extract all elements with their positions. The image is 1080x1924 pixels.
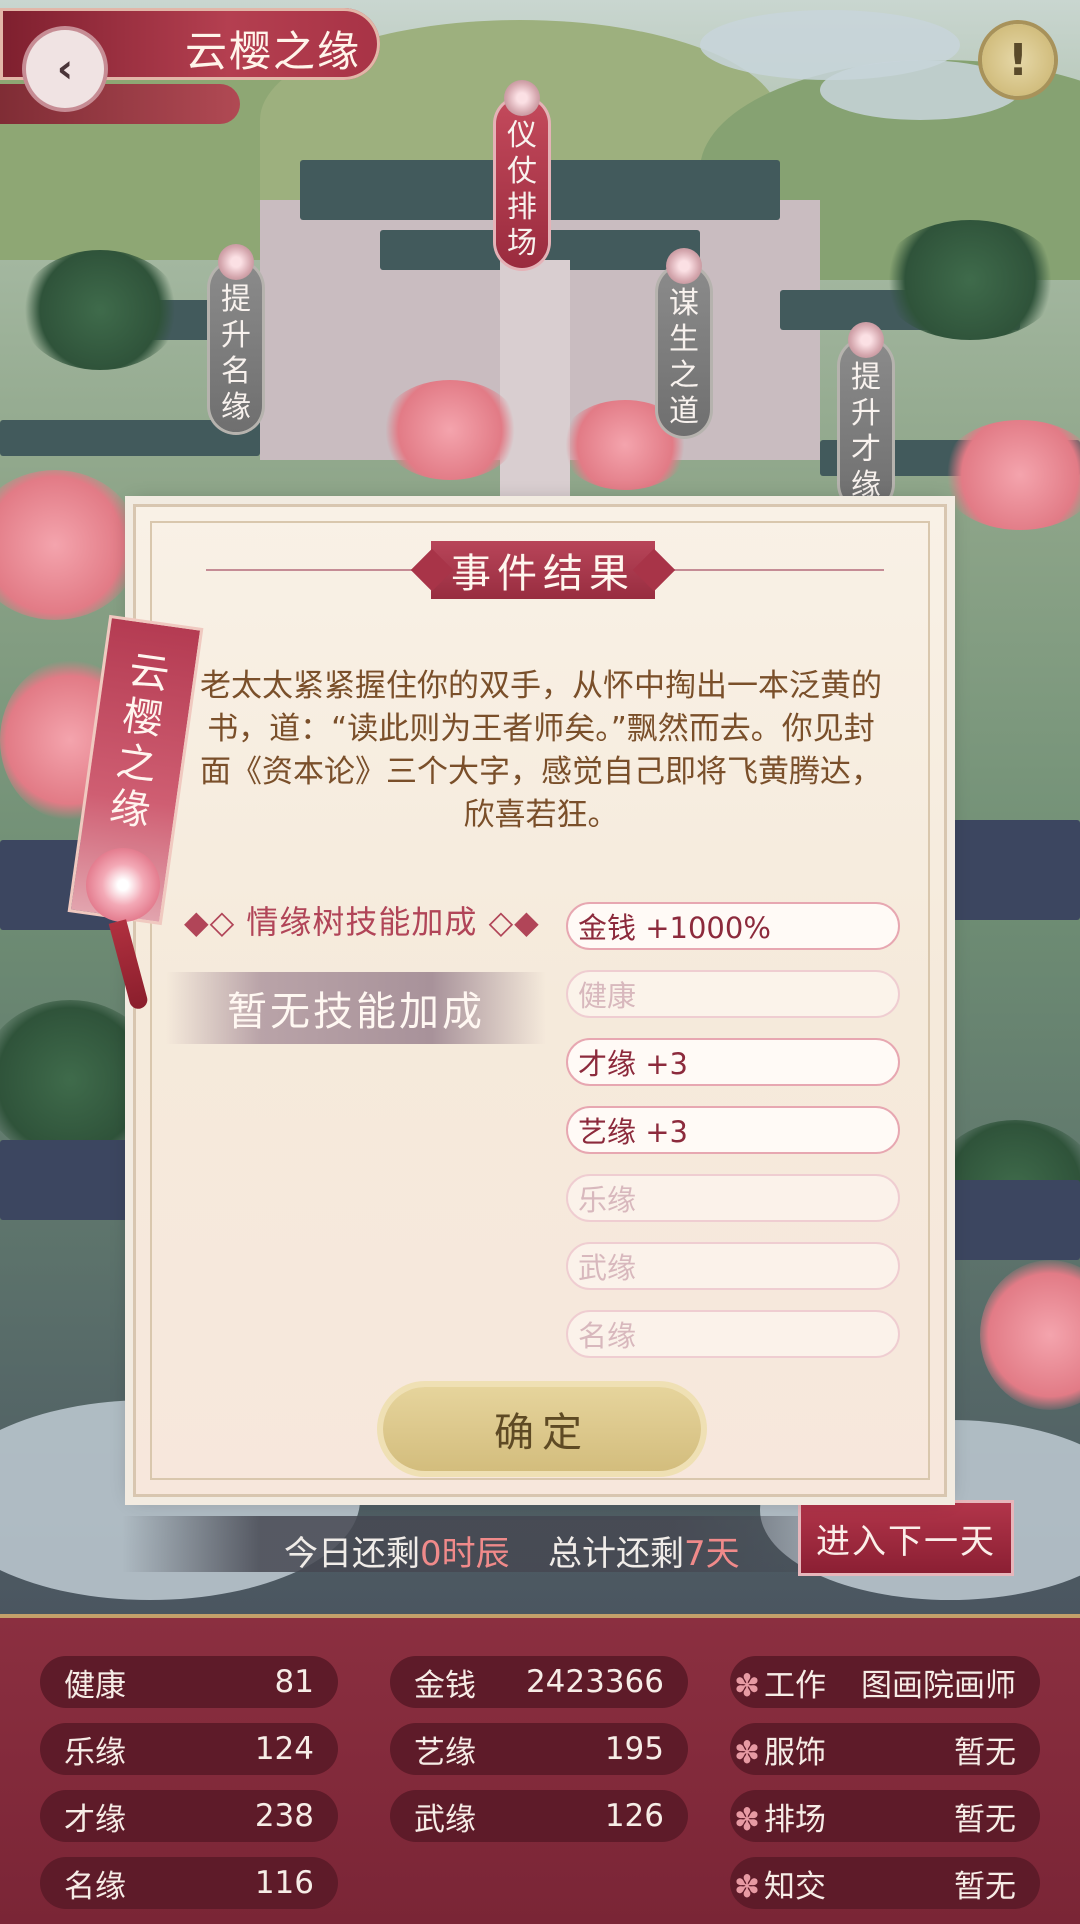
flower-icon <box>218 244 254 280</box>
next-day-button[interactable]: 进入下一天 <box>798 1500 1014 1576</box>
result-art: 艺缘 +3 <box>566 1106 900 1154</box>
result-money: 金钱 +1000% <box>566 902 900 950</box>
stat-retinue[interactable]: ✽ 排场 暂无 <box>730 1790 1040 1842</box>
stat-music: 乐缘 124 <box>40 1723 338 1775</box>
today-remaining: 今日还剩0时辰 <box>284 1534 510 1574</box>
flower-icon <box>666 248 702 284</box>
day-status-bar: 今日还剩0时辰 总计还剩7天 <box>122 1516 812 1574</box>
event-description: 老太太紧紧握住你的双手，从怀中掏出一本泛黄的书，道：“读此则为王者师矣。”飘然而… <box>200 668 882 833</box>
map-tag-livelihood[interactable]: 谋 生 之 道 <box>658 248 710 436</box>
dialog-title: 事件结果 <box>431 541 655 599</box>
stat-friend[interactable]: ✽ 知交 暂无 <box>730 1857 1040 1909</box>
flower-icon <box>504 80 540 116</box>
total-remaining: 总计还剩7天 <box>548 1534 740 1574</box>
stat-job[interactable]: ✽ 工作 图画院画师 <box>730 1656 1040 1708</box>
back-button[interactable]: ‹ <box>26 30 104 108</box>
result-martial: 武缘 <box>566 1242 900 1290</box>
back-icon: ‹ <box>56 46 74 92</box>
title-divider-left <box>206 569 426 571</box>
result-fame: 名缘 <box>566 1310 900 1358</box>
sakura-icon <box>86 848 160 922</box>
stats-panel: 健康 81 乐缘 124 才缘 238 名缘 116 金钱 2423366 艺缘 195 武… <box>0 1614 1080 1924</box>
title-divider-right <box>664 569 884 571</box>
flower-icon: ✽ <box>734 1801 760 1838</box>
stat-art: 艺缘 195 <box>390 1723 688 1775</box>
no-skill-bonus-label: 暂无技能加成 <box>166 972 546 1044</box>
flower-icon <box>848 322 884 358</box>
flower-icon: ✽ <box>734 1667 760 1704</box>
map-tag-fame[interactable]: 提 升 名 缘 <box>210 244 262 432</box>
page-title: 云樱之缘 <box>185 27 362 76</box>
stat-talent: 才缘 238 <box>40 1790 338 1842</box>
map-tag-talent[interactable]: 提 升 才 缘 <box>840 322 892 510</box>
stat-money: 金钱 2423366 <box>390 1656 688 1708</box>
stat-martial: 武缘 126 <box>390 1790 688 1842</box>
result-health: 健康 <box>566 970 900 1018</box>
exclamation-icon: ! <box>1007 34 1029 86</box>
flower-icon: ✽ <box>734 1734 760 1771</box>
info-button[interactable]: ! <box>982 24 1054 96</box>
stat-fame: 名缘 116 <box>40 1857 338 1909</box>
event-result-dialog: 事件结果 老太太紧紧握住你的双手，从怀中掏出一本泛黄的书，道：“读此则为王者师矣… <box>133 504 947 1497</box>
stat-clothing[interactable]: ✽ 服饰 暂无 <box>730 1723 1040 1775</box>
confirm-button[interactable]: 确定 <box>383 1387 701 1471</box>
flower-icon: ✽ <box>734 1868 760 1905</box>
stat-health: 健康 81 <box>40 1656 338 1708</box>
map-tag-ceremony[interactable]: 仪 仗 排 场 <box>496 80 548 268</box>
result-music: 乐缘 <box>566 1174 900 1222</box>
result-talent: 才缘 +3 <box>566 1038 900 1086</box>
skill-bonus-header: ◆◇ 情缘树技能加成 ◇◆ <box>184 903 540 941</box>
title-badge: ‹ 云樱之缘 <box>0 0 390 130</box>
